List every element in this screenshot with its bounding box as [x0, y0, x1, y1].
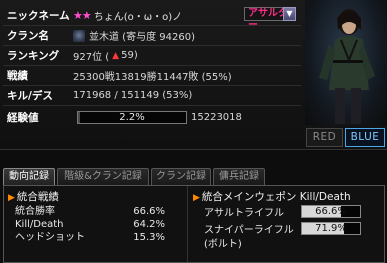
stat-value: 64.2%	[133, 219, 165, 230]
divider	[3, 65, 301, 66]
tab-panel: ▶ 統合戦績 統合勝率 66.6% Kill/Death 64.2% ヘッドショッ…	[3, 185, 385, 263]
kd-value: 171968 / 151149 (53%)	[73, 90, 193, 101]
record-value: 25300戦13819勝11447敗 (55%)	[73, 72, 232, 83]
character-figure-icon	[319, 9, 375, 124]
stat-name: 統合勝率	[15, 206, 55, 217]
weapon-subname: (ボルト)	[204, 239, 242, 250]
exp-label: 経験値	[7, 112, 39, 124]
clan-emblem-icon	[73, 29, 85, 42]
tab-rank-clan[interactable]: 階級&クラン記録	[57, 168, 149, 185]
summary-heading: ▶ 統合戦績	[8, 189, 59, 204]
weapon-progress-bar: 71.9%	[301, 221, 361, 235]
ranking-value: 927位 (	[73, 52, 110, 63]
stat-row: ヘッドショット 15.3%	[15, 231, 165, 244]
tab-activity[interactable]: 動向記録	[3, 168, 55, 185]
exp-percent: 2.2%	[119, 112, 145, 123]
nickname-label: ニックネーム	[7, 10, 70, 22]
weapon-progress-bar: 66.6%	[301, 204, 361, 218]
chevron-down-icon[interactable]: ▼	[283, 7, 296, 21]
clan-value[interactable]: 並木道 (寄与度 94260)	[89, 28, 195, 43]
weapon-name: スナイパーライフル	[204, 224, 294, 236]
stat-value: 15.3%	[133, 232, 165, 243]
tab-clan[interactable]: クラン記録	[151, 168, 211, 185]
character-avatar	[305, 0, 387, 125]
weapon-title: 統合メインウェポン Kill/Death	[201, 191, 351, 203]
stat-row: 統合勝率 66.6%	[15, 205, 165, 218]
divider	[3, 25, 301, 26]
down-arrow-icon: ▲	[112, 50, 120, 61]
stat-value: 66.6%	[133, 206, 165, 217]
kd-label: キル/デス	[7, 90, 53, 102]
ranking-change: 59	[121, 50, 134, 61]
star-icon: ★★	[73, 9, 92, 22]
tab-mercenary[interactable]: 傭兵記録	[213, 168, 265, 185]
clan-label: クラン名	[7, 30, 49, 42]
stat-row: Kill/Death 64.2%	[15, 218, 165, 231]
weapon-row: アサルトライフル 66.6%	[204, 204, 381, 219]
kd-row: キル/デス 171968 / 151149 (53%)	[3, 87, 301, 104]
team-red-button[interactable]: RED	[306, 128, 343, 147]
divider	[3, 85, 301, 86]
panel-divider	[187, 186, 188, 262]
ranking-row: ランキング 927位 ( ▲ 59 )	[3, 47, 301, 64]
weapon-percent: 71.9%	[315, 222, 347, 234]
divider	[3, 105, 301, 106]
summary-title: 統合戦績	[16, 191, 59, 203]
clan-row: クラン名 並木道 (寄与度 94260)	[3, 27, 301, 44]
divider	[3, 45, 301, 46]
ranking-suffix: )	[133, 50, 138, 61]
record-row: 戦績 25300戦13819勝11447敗 (55%)	[3, 67, 301, 84]
exp-row: 経験値 2.2% 15223018	[3, 109, 301, 126]
tab-strip: 動向記録 階級&クラン記録 クラン記録 傭兵記録	[3, 168, 267, 185]
record-tabs: 動向記録 階級&クラン記録 クラン記録 傭兵記録 ▶ 統合戦績 統合勝率 66.6…	[0, 151, 387, 263]
exp-total: 15223018	[191, 112, 242, 123]
nickname-value: ちょん(o・ω・o)ノ	[93, 12, 183, 23]
team-blue-button[interactable]: BLUE	[345, 128, 385, 147]
triangle-icon: ▶	[8, 193, 15, 203]
profile-panel: ニックネーム ★★ ちょん(o・ω・o)ノ アサルター ▼ クラン名 並木道 (…	[0, 0, 387, 150]
stat-name: ヘッドショット	[15, 232, 85, 243]
weapon-heading: ▶ 統合メインウェポン Kill/Death	[193, 189, 351, 204]
weapon-name: アサルトライフル	[204, 207, 284, 219]
exp-progress-bar: 2.2%	[77, 111, 187, 124]
weapon-percent: 66.6%	[315, 205, 347, 217]
stat-name: Kill/Death	[15, 219, 64, 230]
ranking-label: ランキング	[7, 50, 60, 62]
record-label: 戦績	[7, 70, 28, 82]
triangle-icon: ▶	[193, 193, 200, 203]
weapon-row: スナイパーライフル 71.9%	[204, 221, 381, 236]
